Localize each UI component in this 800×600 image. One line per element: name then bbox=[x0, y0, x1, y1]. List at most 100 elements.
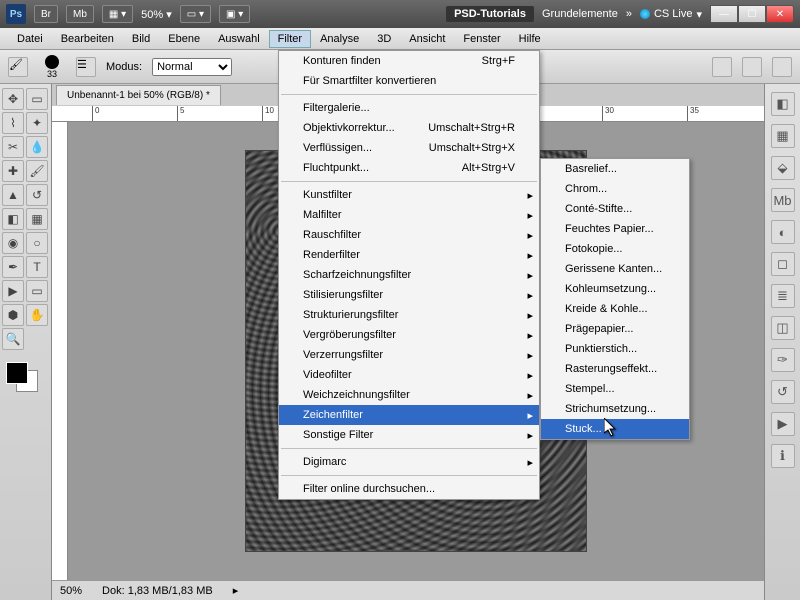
opt-icon-1[interactable] bbox=[712, 57, 732, 77]
arrange-button[interactable]: ▭ ▾ bbox=[180, 5, 211, 23]
shape-tool[interactable]: ▭ bbox=[26, 280, 48, 302]
submenu-item[interactable]: Prägepapier... bbox=[541, 319, 689, 339]
brush-tool[interactable]: 🖌 bbox=[26, 160, 48, 182]
lasso-tool[interactable]: ⌇ bbox=[2, 112, 24, 134]
submenu-item[interactable]: Kreide & Kohle... bbox=[541, 299, 689, 319]
move-tool[interactable]: ✥ bbox=[2, 88, 24, 110]
opt-icon-3[interactable] bbox=[772, 57, 792, 77]
panel-icon-styles[interactable]: ⬙ bbox=[771, 156, 795, 180]
filter-item[interactable]: Vergröberungsfilter▸ bbox=[279, 325, 539, 345]
filter-item[interactable]: Rauschfilter▸ bbox=[279, 225, 539, 245]
menu-ebene[interactable]: Ebene bbox=[159, 30, 209, 48]
zoom-level[interactable]: 50% ▾ bbox=[141, 8, 172, 21]
filter-item[interactable]: Verflüssigen...Umschalt+Strg+X bbox=[279, 138, 539, 158]
panel-icon-channels[interactable]: ◫ bbox=[771, 316, 795, 340]
ruler-vertical[interactable] bbox=[52, 122, 68, 580]
submenu-item[interactable]: Gerissene Kanten... bbox=[541, 259, 689, 279]
crop-tool[interactable]: ✂ bbox=[2, 136, 24, 158]
panel-icon-history[interactable]: ↺ bbox=[771, 380, 795, 404]
filter-item[interactable]: Filtergalerie... bbox=[279, 98, 539, 118]
opt-icon-2[interactable] bbox=[742, 57, 762, 77]
window-close-button[interactable]: ✕ bbox=[766, 5, 794, 23]
workspace-more-icon[interactable]: » bbox=[626, 8, 632, 20]
blur-tool[interactable]: ◉ bbox=[2, 232, 24, 254]
filter-item[interactable]: Strukturierungsfilter▸ bbox=[279, 305, 539, 325]
3d-tool[interactable]: ⬢ bbox=[2, 304, 24, 326]
menu-analyse[interactable]: Analyse bbox=[311, 30, 368, 48]
submenu-item[interactable]: Stempel... bbox=[541, 379, 689, 399]
history-brush-tool[interactable]: ↺ bbox=[26, 184, 48, 206]
filter-item[interactable]: Malfilter▸ bbox=[279, 205, 539, 225]
marquee-tool[interactable]: ▭ bbox=[26, 88, 48, 110]
status-arrow-icon[interactable]: ▸ bbox=[233, 584, 239, 597]
filter-item[interactable]: Renderfilter▸ bbox=[279, 245, 539, 265]
filter-item[interactable]: Verzerrungsfilter▸ bbox=[279, 345, 539, 365]
eyedropper-tool[interactable]: 💧 bbox=[26, 136, 48, 158]
zoom-tool[interactable]: 🔍 bbox=[2, 328, 24, 350]
bridge-button[interactable]: Br bbox=[34, 5, 58, 23]
submenu-item[interactable]: Punktierstich... bbox=[541, 339, 689, 359]
menu-hilfe[interactable]: Hilfe bbox=[510, 30, 550, 48]
filter-item[interactable]: Fluchtpunkt...Alt+Strg+V bbox=[279, 158, 539, 178]
minibridge-button[interactable]: Mb bbox=[66, 5, 94, 23]
brush-panel-icon[interactable]: ☰ bbox=[76, 57, 96, 77]
filter-item[interactable]: Videofilter▸ bbox=[279, 365, 539, 385]
pen-tool[interactable]: ✒ bbox=[2, 256, 24, 278]
filter-item[interactable]: Filter online durchsuchen... bbox=[279, 479, 539, 499]
submenu-item[interactable]: Chrom... bbox=[541, 179, 689, 199]
filter-item[interactable]: Scharfzeichnungsfilter▸ bbox=[279, 265, 539, 285]
magic-wand-tool[interactable]: ✦ bbox=[26, 112, 48, 134]
menu-fenster[interactable]: Fenster bbox=[454, 30, 509, 48]
panel-icon-masks[interactable]: ◻ bbox=[771, 252, 795, 276]
filter-item[interactable]: Konturen findenStrg+F bbox=[279, 51, 539, 71]
status-zoom[interactable]: 50% bbox=[60, 585, 82, 597]
submenu-item[interactable]: Conté-Stifte... bbox=[541, 199, 689, 219]
path-select-tool[interactable]: ▶ bbox=[2, 280, 24, 302]
panel-icon-layers[interactable]: ≣ bbox=[771, 284, 795, 308]
view-extras-button[interactable]: ▦ ▾ bbox=[102, 5, 133, 23]
filter-item[interactable]: Objektivkorrektur...Umschalt+Strg+R bbox=[279, 118, 539, 138]
menu-3d[interactable]: 3D bbox=[368, 30, 400, 48]
panel-icon-mb[interactable]: Mb bbox=[771, 188, 795, 212]
dodge-tool[interactable]: ○ bbox=[26, 232, 48, 254]
submenu-item[interactable]: Rasterungseffekt... bbox=[541, 359, 689, 379]
panel-icon-color[interactable]: ◧ bbox=[771, 92, 795, 116]
type-tool[interactable]: T bbox=[26, 256, 48, 278]
submenu-item[interactable]: Basrelief... bbox=[541, 159, 689, 179]
filter-item[interactable]: Sonstige Filter▸ bbox=[279, 425, 539, 445]
healing-tool[interactable]: ✚ bbox=[2, 160, 24, 182]
panel-icon-paths[interactable]: ✑ bbox=[771, 348, 795, 372]
status-doc-size[interactable]: Dok: 1,83 MB/1,83 MB bbox=[102, 585, 213, 597]
submenu-item[interactable]: Strichumsetzung... bbox=[541, 399, 689, 419]
filter-item[interactable]: Kunstfilter▸ bbox=[279, 185, 539, 205]
workspace-switcher[interactable]: Grundelemente bbox=[542, 8, 618, 20]
submenu-item[interactable]: Fotokopie... bbox=[541, 239, 689, 259]
brush-preview[interactable]: 33 bbox=[38, 53, 66, 81]
color-swatch[interactable] bbox=[2, 362, 42, 392]
window-minimize-button[interactable]: ― bbox=[710, 5, 738, 23]
filter-item[interactable]: Digimarc▸ bbox=[279, 452, 539, 472]
window-maximize-button[interactable]: ☐ bbox=[738, 5, 766, 23]
panel-icon-swatches[interactable]: ▦ bbox=[771, 124, 795, 148]
eraser-tool[interactable]: ◧ bbox=[2, 208, 24, 230]
gradient-tool[interactable]: ▦ bbox=[26, 208, 48, 230]
menu-auswahl[interactable]: Auswahl bbox=[209, 30, 269, 48]
menu-ansicht[interactable]: Ansicht bbox=[400, 30, 454, 48]
hand-tool[interactable]: ✋ bbox=[26, 304, 48, 326]
stamp-tool[interactable]: ▲ bbox=[2, 184, 24, 206]
menu-datei[interactable]: Datei bbox=[8, 30, 52, 48]
screen-mode-button[interactable]: ▣ ▾ bbox=[219, 5, 250, 23]
tool-preset-icon[interactable]: 🖌 bbox=[8, 57, 28, 77]
filter-item[interactable]: Stilisierungsfilter▸ bbox=[279, 285, 539, 305]
filter-item[interactable]: Für Smartfilter konvertieren bbox=[279, 71, 539, 91]
filter-item[interactable]: Weichzeichnungsfilter▸ bbox=[279, 385, 539, 405]
menu-filter[interactable]: Filter bbox=[269, 30, 311, 48]
cs-live-button[interactable]: CS Live ▾ bbox=[640, 8, 702, 21]
menu-bearbeiten[interactable]: Bearbeiten bbox=[52, 30, 123, 48]
submenu-item[interactable]: Kohleumsetzung... bbox=[541, 279, 689, 299]
panel-icon-actions[interactable]: ▶ bbox=[771, 412, 795, 436]
document-tab[interactable]: Unbenannt-1 bei 50% (RGB/8) * bbox=[56, 85, 221, 105]
submenu-item[interactable]: Feuchtes Papier... bbox=[541, 219, 689, 239]
filter-item[interactable]: Zeichenfilter▸ bbox=[279, 405, 539, 425]
foreground-color[interactable] bbox=[6, 362, 28, 384]
